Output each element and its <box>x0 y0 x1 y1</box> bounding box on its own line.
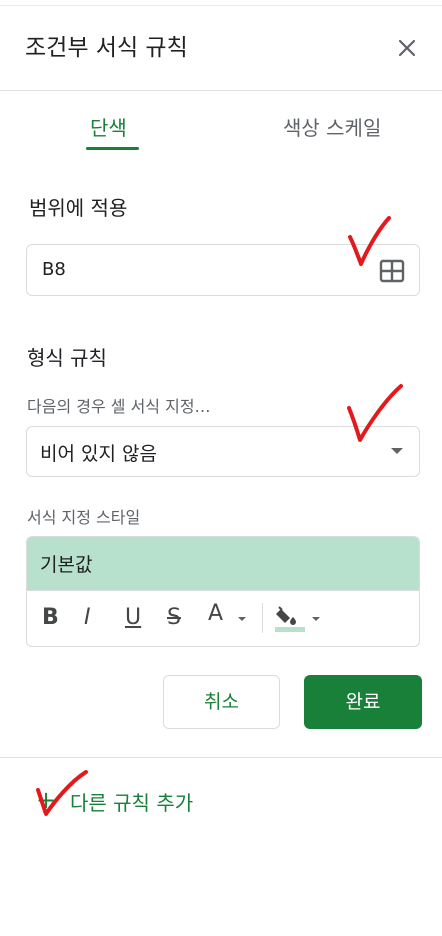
top-border <box>0 0 442 6</box>
close-icon[interactable] <box>395 36 419 60</box>
plus-icon: + <box>36 786 57 814</box>
style-preview-text: 기본값 <box>40 554 93 576</box>
add-rule-label: 다른 규칙 추가 <box>70 791 194 815</box>
format-style-box: 기본값 B I U S A <box>26 536 420 647</box>
underline-icon: U <box>125 605 142 630</box>
fill-color-button[interactable] <box>274 603 324 633</box>
active-tab-indicator <box>86 147 139 150</box>
condition-hint: 다음의 경우 셀 서식 지정… <box>27 397 211 416</box>
condition-value: 비어 있지 않음 <box>40 443 157 465</box>
style-preview[interactable]: 기본값 <box>27 537 419 591</box>
text-color-button[interactable]: A <box>208 601 250 633</box>
footer-divider <box>0 757 442 758</box>
format-style-label: 서식 지정 스타일 <box>27 508 141 527</box>
strikethrough-icon: S <box>167 605 181 630</box>
dropdown-caret-icon <box>391 448 403 454</box>
grid-select-icon[interactable] <box>379 259 405 283</box>
text-color-icon: A <box>208 601 224 626</box>
format-rules-label: 형식 규칙 <box>27 346 107 370</box>
range-value: B8 <box>42 259 66 280</box>
paint-bucket-icon <box>275 606 305 632</box>
range-input[interactable]: B8 <box>26 244 420 296</box>
underline-button[interactable]: U <box>125 603 141 633</box>
strikethrough-button[interactable]: S <box>167 603 181 633</box>
condition-select[interactable]: 비어 있지 않음 <box>26 426 420 477</box>
bold-button[interactable]: B <box>42 603 59 633</box>
cancel-button[interactable]: 취소 <box>163 675 280 729</box>
text-color-caret-icon <box>238 617 246 621</box>
fill-color-caret-icon <box>312 617 320 621</box>
italic-icon: I <box>84 605 91 630</box>
toolbar-separator <box>262 603 263 633</box>
apply-range-label: 범위에 적용 <box>29 196 128 220</box>
tab-color-scale[interactable]: 색상 스케일 <box>283 112 381 141</box>
panel-title: 조건부 서식 규칙 <box>25 35 188 61</box>
tab-single-color[interactable]: 단색 <box>90 112 127 141</box>
italic-button[interactable]: I <box>84 603 91 633</box>
done-button[interactable]: 완료 <box>304 675 422 729</box>
header-divider <box>0 90 442 91</box>
bold-icon: B <box>42 605 59 630</box>
